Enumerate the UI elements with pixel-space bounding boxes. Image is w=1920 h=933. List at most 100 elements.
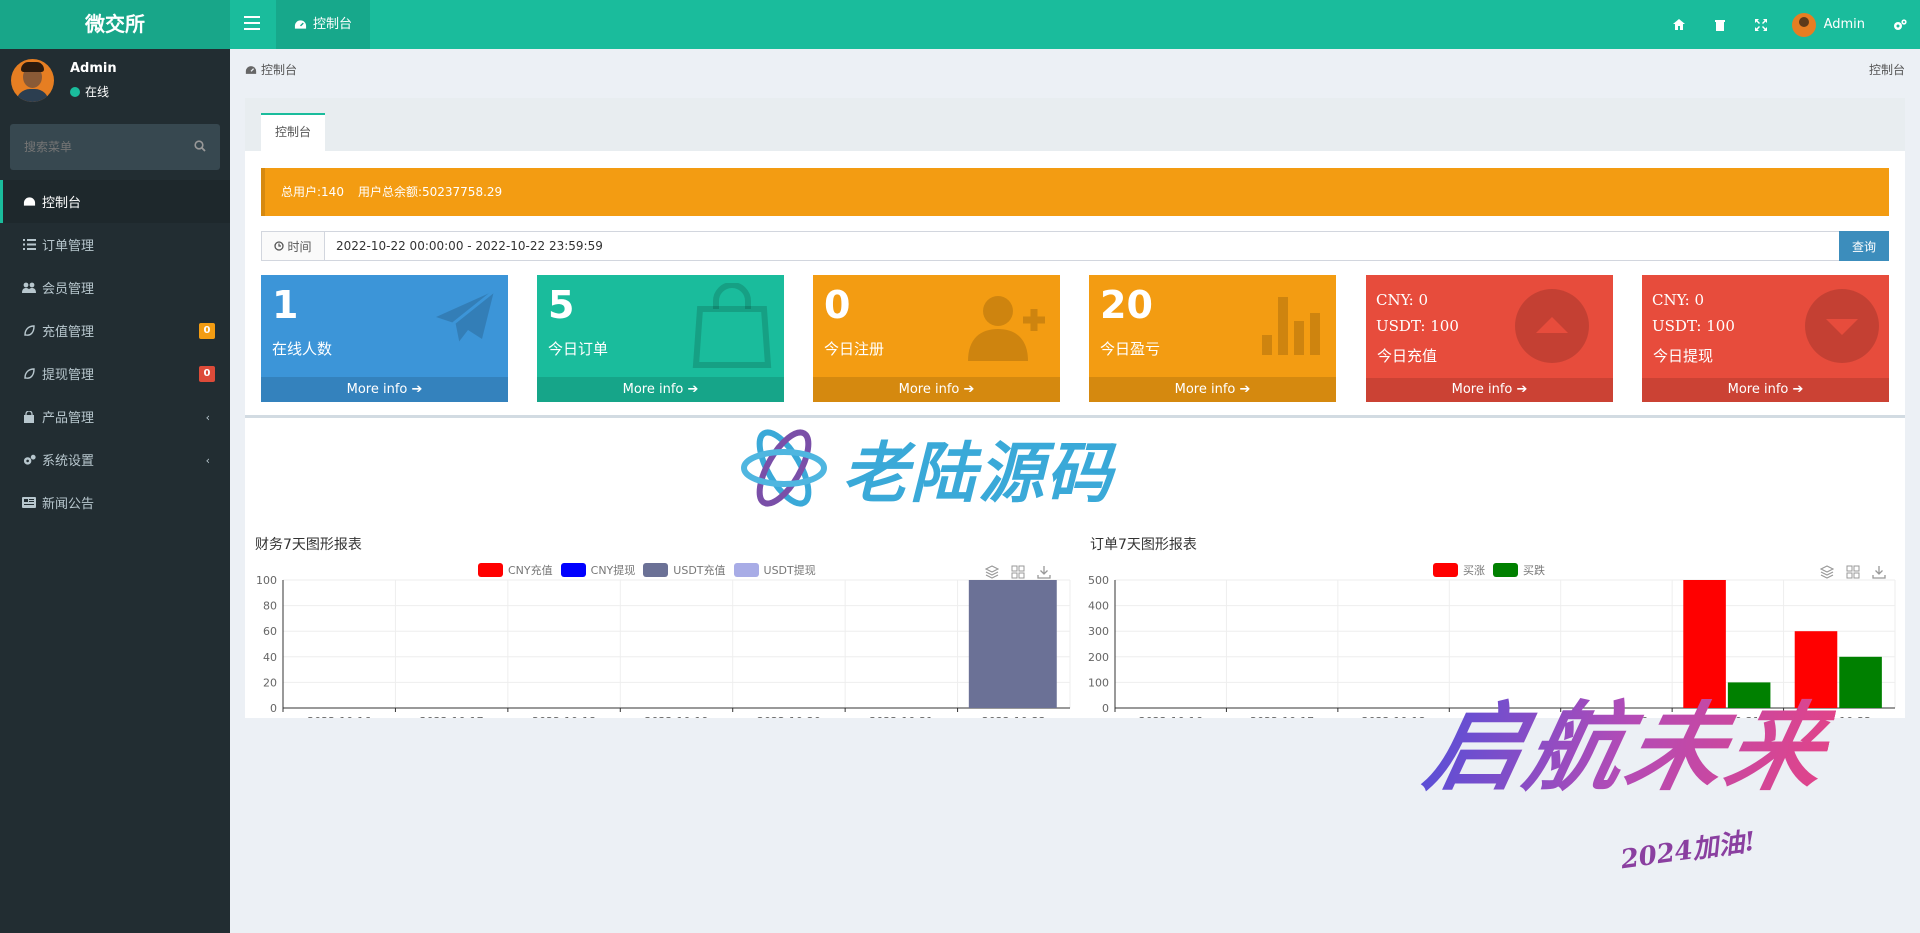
y-tick-label: 300: [1088, 625, 1109, 638]
stat-cny: CNY: 0: [1376, 291, 1429, 309]
top-header: 微交所 控制台 Admin: [0, 0, 1920, 49]
x-tick-label: 2022-10-19: [645, 715, 709, 718]
bar: [968, 580, 1057, 708]
stat-today-withdraw: CNY: 0 USDT: 100 今日提现 More info ➔: [1642, 275, 1889, 402]
breadcrumb: 控制台: [245, 61, 297, 78]
app-logo[interactable]: 微交所: [0, 0, 230, 49]
finance-chart-title: 财务7天图形报表: [255, 537, 362, 553]
tab-dashboard[interactable]: 控制台: [261, 113, 326, 151]
y-tick-label: 500: [1088, 574, 1109, 587]
stat-label: 今日提现: [1653, 347, 1714, 365]
clear-cache-button[interactable]: [1700, 0, 1741, 49]
x-tick-label: 2022-10-17: [420, 715, 484, 718]
x-tick-label: 2022-10-17: [1250, 715, 1314, 718]
more-info-link[interactable]: More info ➔: [1642, 378, 1889, 402]
sidebar-item-1[interactable]: 订单管理: [0, 223, 230, 266]
more-info-link[interactable]: More info ➔: [1366, 378, 1613, 402]
watermark-logo: 老陆源码: [740, 420, 1114, 516]
watermark-calligraphy: 启航未来 2024加油!: [1416, 670, 1840, 875]
more-info-link[interactable]: More info ➔: [261, 377, 508, 402]
home-button[interactable]: [1659, 0, 1700, 49]
sidebar-item-3[interactable]: 充值管理 0: [0, 309, 230, 352]
x-tick-label: 2022-10-18: [1362, 715, 1426, 718]
date-label: 时间: [262, 232, 325, 260]
dashboard-icon: [294, 20, 307, 29]
breadcrumb-current: 控制台: [1868, 63, 1905, 77]
stat-today-recharge: CNY: 0 USDT: 100 今日充值 More info ➔: [1366, 275, 1613, 402]
sidebar-item-label: 新闻公告: [42, 497, 95, 512]
header-user-name: Admin: [1823, 17, 1865, 32]
stat-value: 0: [824, 283, 851, 327]
atom-logo-icon: [741, 429, 827, 507]
query-button[interactable]: 查询: [1839, 231, 1889, 261]
count-badge: 0: [199, 366, 215, 382]
user-plus-icon: [964, 291, 1048, 361]
search-button[interactable]: [194, 140, 208, 154]
fullscreen-button[interactable]: [1741, 0, 1782, 49]
watermark-text: 启航未来: [1415, 670, 1845, 809]
section-divider: [245, 415, 1905, 418]
sidebar: Admin 在线 控制台订单管理会员管理充值管理 0 提现管理 0 产品管理 ‹ 系统设置 ‹…: [0, 49, 230, 933]
leaf-icon: [22, 324, 36, 338]
more-info-link[interactable]: More info ➔: [1089, 377, 1336, 402]
sidebar-item-label: 系统设置: [42, 454, 95, 469]
arrow-up-circle-icon: [1515, 289, 1589, 363]
dashboard-icon: [22, 195, 36, 209]
panel-tabs: 控制台: [245, 98, 1905, 151]
leaf-icon: [22, 367, 36, 381]
stat-value: 5: [548, 283, 575, 327]
sidebar-item-label: 充值管理: [42, 325, 95, 340]
more-info-link[interactable]: More info ➔: [537, 377, 784, 402]
sidebar-item-4[interactable]: 提现管理 0: [0, 352, 230, 395]
list-icon: [22, 238, 36, 252]
sidebar-item-label: 订单管理: [42, 239, 95, 254]
watermark-text: 老陆源码: [842, 435, 1114, 512]
y-tick-label: 100: [256, 574, 277, 587]
shopping-bag-icon: [692, 283, 772, 369]
y-tick-label: 20: [263, 676, 277, 689]
date-filter: 时间 查询: [261, 231, 1889, 261]
user-menu[interactable]: Admin: [1782, 0, 1879, 49]
sidebar-toggle-button[interactable]: [238, 12, 266, 37]
search-icon: [194, 140, 206, 152]
bar: [1839, 656, 1882, 708]
x-tick-label: 2022-10-16: [307, 715, 371, 718]
stat-today-registrations: 0 今日注册 More info ➔: [813, 275, 1060, 402]
sidebar-item-2[interactable]: 会员管理: [0, 266, 230, 309]
sidebar-item-7[interactable]: 新闻公告: [0, 481, 230, 524]
stat-usdt: USDT: 100: [1652, 317, 1735, 335]
user-panel: Admin 在线: [0, 49, 230, 122]
y-tick-label: 0: [1102, 702, 1109, 715]
menu-search: [10, 124, 220, 170]
date-range-input[interactable]: [325, 232, 1839, 260]
sidebar-item-label: 控制台: [42, 196, 82, 211]
dashboard-icon: [245, 65, 257, 74]
menu-search-input[interactable]: [10, 124, 180, 170]
sidebar-item-0[interactable]: 控制台: [0, 180, 230, 223]
sidebar-item-6[interactable]: 系统设置 ‹: [0, 438, 230, 481]
more-info-link[interactable]: More info ➔: [813, 377, 1060, 402]
x-tick-label: 2022-10-21: [869, 715, 933, 718]
date-label-text: 时间: [287, 239, 312, 254]
orders-chart-title: 订单7天图形报表: [1090, 537, 1197, 553]
news-icon: [22, 496, 36, 510]
summary-alert: 总用户:140 用户总余额:50237758.29: [261, 168, 1889, 216]
settings-button[interactable]: [1879, 0, 1920, 49]
arrow-down-circle-icon: [1805, 289, 1879, 363]
x-tick-label: 2022-10-20: [757, 715, 821, 718]
paper-plane-icon: [434, 287, 496, 349]
stat-label: 今日盈亏: [1100, 340, 1161, 358]
header-tab-dashboard[interactable]: 控制台: [276, 0, 371, 49]
total-balance: 用户总余额:50237758.29: [357, 185, 503, 199]
user-status: 在线: [70, 83, 109, 100]
x-tick-label: 2022-10-18: [532, 715, 596, 718]
user-status-label: 在线: [85, 85, 110, 99]
sidebar-item-5[interactable]: 产品管理 ‹: [0, 395, 230, 438]
dashboard-panel: 控制台 总用户:140 用户总余额:50237758.29 时间 查询 1 在线人…: [245, 98, 1905, 718]
finance-bar-chart: 0 20 40 60 80 100 2022-10-16 2022-10-17 2022-10-…: [256, 574, 1071, 718]
y-tick-label: 80: [263, 600, 277, 613]
sidebar-item-label: 会员管理: [42, 282, 95, 297]
header-tab-label: 控制台: [313, 17, 353, 32]
y-tick-label: 400: [1088, 600, 1109, 613]
stat-today-orders: 5 今日订单 More info ➔: [537, 275, 784, 402]
